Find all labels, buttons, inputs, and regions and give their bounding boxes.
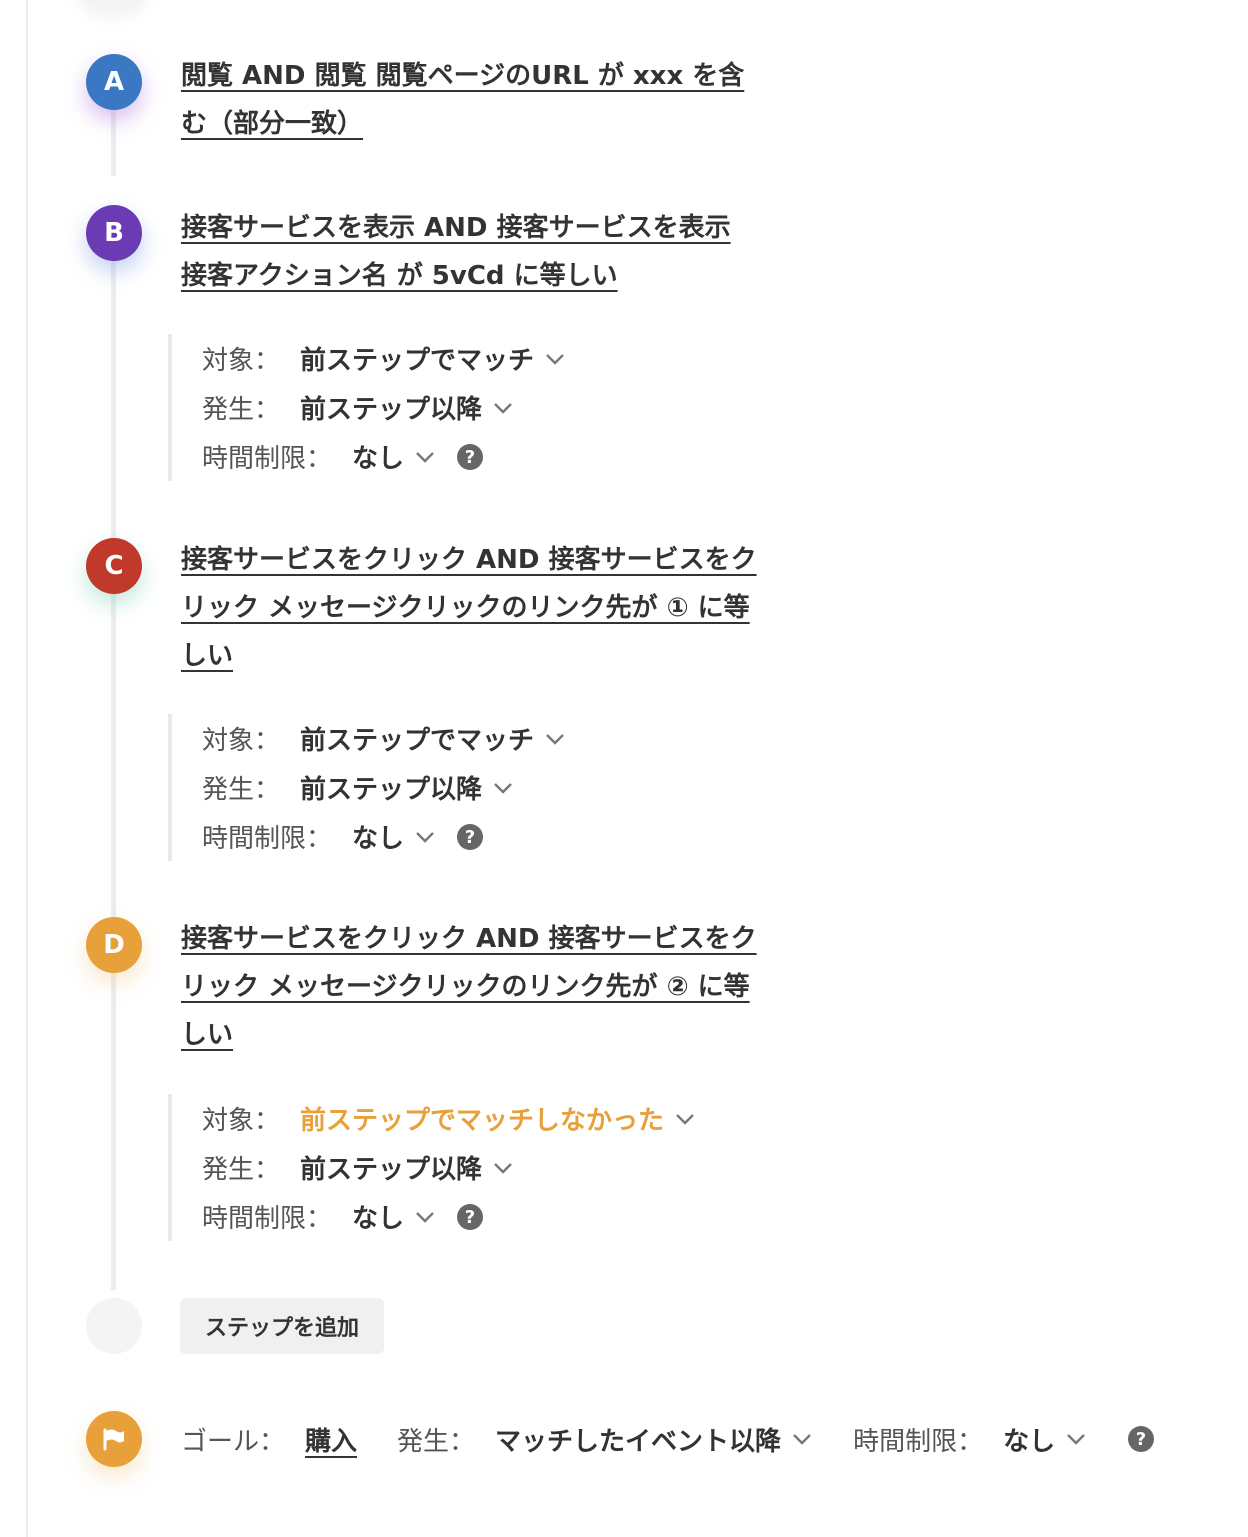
target-value: 前ステップでマッチ (300, 346, 535, 376)
goal-time-limit-value: なし (1003, 1426, 1056, 1457)
target-value: 前ステップでマッチ (300, 726, 535, 756)
flag-icon (103, 1428, 124, 1451)
occurrence-dropdown[interactable]: 前ステップ以降 (300, 389, 514, 426)
chevron-down-icon (416, 831, 434, 843)
time-limit-row: 時間制限： なし ? (202, 812, 566, 861)
target-value: 前ステップでマッチしなかった (300, 1106, 665, 1136)
step-a-condition-link[interactable]: 閲覧 AND 閲覧 閲覧ページのURL が xxx を含む（部分一致） (181, 52, 761, 148)
step-b-options: 対象： 前ステップでマッチ 発生： 前ステップ以降 時間制限： なし ? (168, 334, 566, 481)
chevron-down-icon (416, 451, 434, 463)
occurrence-row: 発生： 前ステップ以降 (202, 1143, 696, 1192)
occurrence-label: 発生： (202, 1155, 281, 1185)
goal-row: ゴール： 購入 発生： マッチしたイベント以降 時間制限： なし ? (181, 1414, 1155, 1464)
chevron-down-icon (793, 1434, 811, 1445)
occurrence-dropdown[interactable]: 前ステップ以降 (300, 769, 514, 806)
step-d-badge: D (86, 917, 142, 973)
question-circle-icon[interactable]: ? (456, 443, 484, 471)
chevron-down-icon (1067, 1434, 1085, 1445)
timeline-connector (111, 260, 116, 1290)
time-limit-row: 時間制限： なし ? (202, 432, 566, 481)
goal-time-limit-label: 時間制限： (853, 1426, 984, 1457)
time-limit-value: なし (352, 824, 405, 854)
step-c-letter: C (104, 551, 124, 581)
step-a-badge: A (86, 54, 142, 110)
chevron-down-icon (494, 402, 512, 414)
occurrence-value: 前ステップ以降 (300, 1155, 483, 1185)
chevron-down-icon (676, 1113, 694, 1125)
chevron-down-icon (416, 1211, 434, 1223)
goal-badge (86, 1411, 142, 1467)
time-limit-label: 時間制限： (202, 444, 333, 474)
goal-label: ゴール： (181, 1426, 286, 1457)
occurrence-dropdown[interactable]: 前ステップ以降 (300, 1149, 514, 1186)
chevron-down-icon (546, 353, 564, 365)
step-d-options: 対象： 前ステップでマッチしなかった 発生： 前ステップ以降 時間制限： なし … (168, 1094, 696, 1241)
target-dropdown[interactable]: 前ステップでマッチしなかった (300, 1100, 696, 1137)
chevron-down-icon (494, 1162, 512, 1174)
occurrence-row: 発生： 前ステップ以降 (202, 763, 566, 812)
step-d-letter: D (103, 930, 125, 960)
target-label: 対象： (202, 1106, 281, 1136)
question-circle-icon[interactable]: ? (456, 1203, 484, 1231)
question-circle-icon[interactable]: ? (1127, 1425, 1155, 1453)
time-limit-dropdown[interactable]: なし (352, 438, 436, 475)
svg-text:?: ? (465, 1207, 475, 1228)
occurrence-label: 発生： (202, 395, 281, 425)
occurrence-label: 発生： (202, 775, 281, 805)
step-b-badge: B (86, 205, 142, 261)
time-limit-dropdown[interactable]: なし (352, 818, 436, 855)
timeline-connector (111, 108, 116, 176)
svg-text:?: ? (465, 827, 475, 848)
occurrence-value: 前ステップ以降 (300, 395, 483, 425)
step-d-condition-link[interactable]: 接客サービスをクリック AND 接客サービスをクリック メッセージクリックのリン… (181, 915, 761, 1059)
time-limit-dropdown[interactable]: なし (352, 1198, 436, 1235)
time-limit-label: 時間制限： (202, 824, 333, 854)
left-border (26, 0, 28, 1537)
step-a-letter: A (103, 67, 125, 97)
target-row: 対象： 前ステップでマッチ (202, 714, 566, 763)
step-c-options: 対象： 前ステップでマッチ 発生： 前ステップ以降 時間制限： なし ? (168, 714, 566, 861)
target-dropdown[interactable]: 前ステップでマッチ (300, 340, 566, 377)
chevron-down-icon (546, 733, 564, 745)
add-step-button[interactable]: ステップを追加 (180, 1298, 384, 1354)
time-limit-row: 時間制限： なし ? (202, 1192, 696, 1241)
step-b-letter: B (104, 218, 124, 248)
svg-text:?: ? (465, 447, 475, 468)
previous-node-edge (78, 0, 148, 10)
goal-occurrence-value: マッチしたイベント以降 (495, 1426, 782, 1457)
question-circle-icon[interactable]: ? (456, 823, 484, 851)
time-limit-value: なし (352, 444, 405, 474)
target-dropdown[interactable]: 前ステップでマッチ (300, 720, 566, 757)
svg-text:?: ? (1136, 1429, 1146, 1450)
step-b-condition-link[interactable]: 接客サービスを表示 AND 接客サービスを表示 接客アクション名 が 5vCd … (181, 204, 761, 300)
target-row: 対象： 前ステップでマッチ (202, 334, 566, 383)
goal-event-link[interactable]: 購入 (305, 1421, 357, 1458)
step-c-badge: C (86, 538, 142, 594)
goal-time-limit-dropdown[interactable]: なし (1003, 1421, 1087, 1458)
target-row: 対象： 前ステップでマッチしなかった (202, 1094, 696, 1143)
goal-occurrence-label: 発生： (397, 1426, 476, 1457)
add-step-placeholder (86, 1298, 142, 1354)
chevron-down-icon (494, 782, 512, 794)
goal-occurrence-dropdown[interactable]: マッチしたイベント以降 (495, 1421, 813, 1458)
time-limit-label: 時間制限： (202, 1204, 333, 1234)
occurrence-value: 前ステップ以降 (300, 775, 483, 805)
occurrence-row: 発生： 前ステップ以降 (202, 383, 566, 432)
target-label: 対象： (202, 346, 281, 376)
step-c-condition-link[interactable]: 接客サービスをクリック AND 接客サービスをクリック メッセージクリックのリン… (181, 536, 761, 680)
target-label: 対象： (202, 726, 281, 756)
time-limit-value: なし (352, 1204, 405, 1234)
